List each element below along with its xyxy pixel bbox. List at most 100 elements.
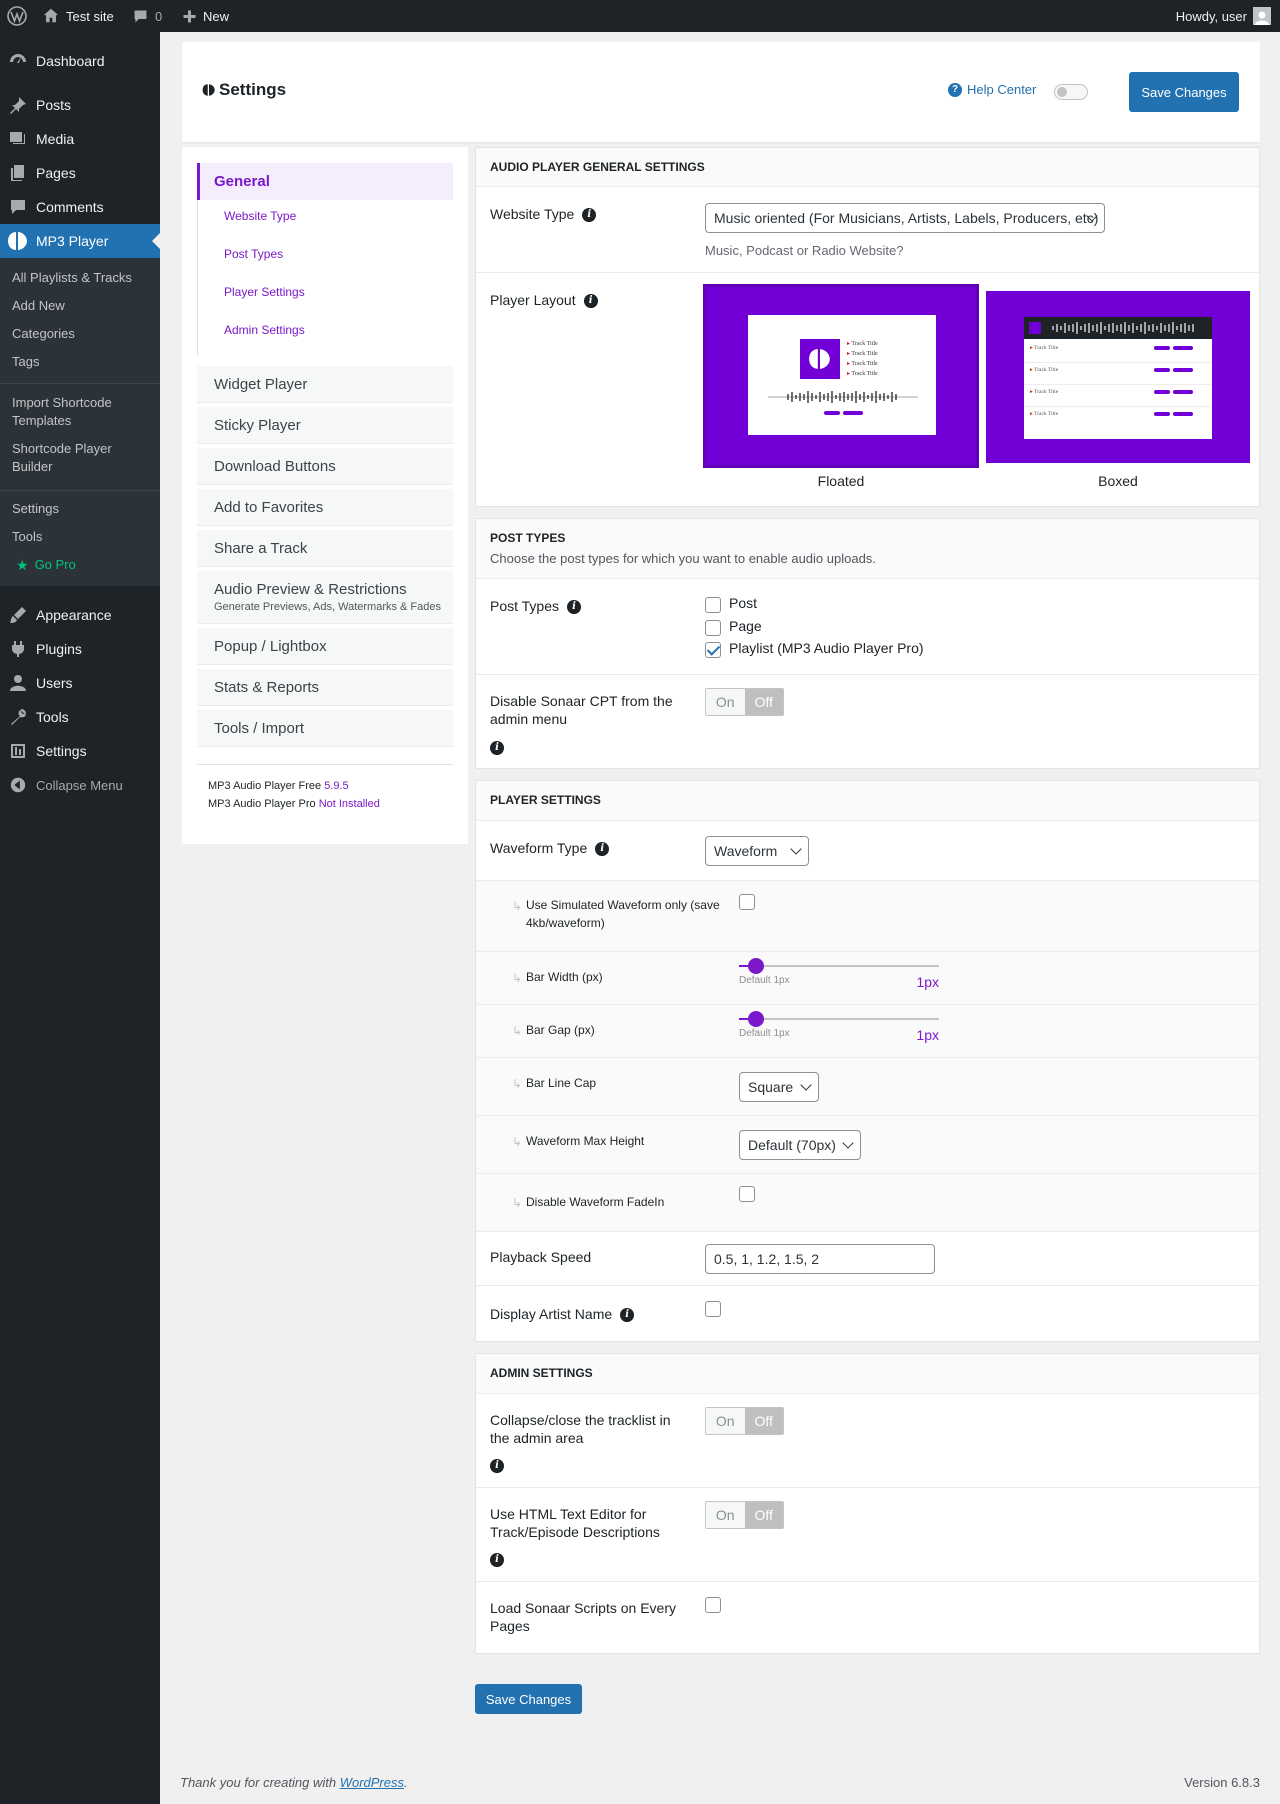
nav-stats-reports[interactable]: Stats & Reports — [197, 669, 453, 706]
site-name-link[interactable]: Test site — [42, 0, 114, 32]
nav-popup-lightbox[interactable]: Popup / Lightbox — [197, 628, 453, 665]
save-changes-button[interactable]: Save Changes — [1129, 72, 1239, 112]
submenu-separator — [0, 490, 160, 491]
bar-line-cap-select[interactable]: Square — [739, 1072, 819, 1102]
nav-audio-preview[interactable]: Audio Preview & Restrictions Generate Pr… — [197, 571, 453, 624]
play-icon: ▸ — [1030, 389, 1033, 395]
disable-fadein-checkbox[interactable] — [739, 1186, 755, 1202]
info-icon[interactable]: i — [490, 1553, 504, 1567]
layout-boxed-option[interactable]: ▸ Track Title ▸ Track Title ▸ Track Titl… — [986, 291, 1250, 463]
preview-logo — [1029, 322, 1041, 334]
plus-icon — [183, 10, 196, 22]
submenu-add-new[interactable]: Add New — [12, 297, 152, 315]
menu-dashboard[interactable]: Dashboard — [0, 44, 160, 78]
nav-tools-import[interactable]: Tools / Import — [197, 710, 453, 747]
sub-arrow-icon: ↳ — [512, 1024, 523, 1038]
load-scripts-checkbox[interactable] — [705, 1597, 721, 1613]
preview-track: ▸ Track Title — [847, 339, 878, 349]
simulated-waveform-row: ↳ Use Simulated Waveform only (save 4kb/… — [476, 881, 1259, 952]
submenu-import-shortcode[interactable]: Import Shortcode Templates — [12, 394, 152, 430]
nav-download-buttons[interactable]: Download Buttons — [197, 448, 453, 485]
info-icon[interactable]: i — [620, 1308, 635, 1323]
nav-sticky-player[interactable]: Sticky Player — [197, 407, 453, 444]
site-name: Test site — [66, 8, 114, 24]
submenu-tags[interactable]: Tags — [12, 353, 152, 371]
display-artist-checkbox[interactable] — [705, 1301, 721, 1317]
menu-tools[interactable]: Tools — [0, 700, 160, 734]
menu-appearance-label: Appearance — [36, 607, 112, 623]
nav-sub-post-types[interactable]: Post Types — [224, 247, 283, 261]
menu-comments[interactable]: Comments — [0, 190, 160, 224]
nav-sub-admin-settings[interactable]: Admin Settings — [224, 323, 305, 337]
media-icon — [0, 129, 36, 149]
nav-sub-website-type[interactable]: Website Type — [224, 209, 296, 223]
preview-button — [1173, 346, 1193, 350]
dark-mode-toggle[interactable] — [1054, 84, 1088, 100]
info-icon[interactable]: i — [583, 294, 598, 309]
bar-width-slider[interactable] — [739, 958, 939, 974]
paintbrush-icon — [0, 605, 36, 625]
website-type-select[interactable]: Music oriented (For Musicians, Artists, … — [705, 203, 1105, 233]
menu-posts[interactable]: Posts — [0, 88, 160, 122]
preview-button — [1173, 412, 1193, 416]
simulated-waveform-label: Use Simulated Waveform only (save 4kb/wa… — [526, 898, 720, 930]
play-icon: ▸ — [847, 351, 851, 357]
menu-pages[interactable]: Pages — [0, 156, 160, 190]
select-value: Waveform — [714, 843, 778, 859]
select-value: Default (70px) — [748, 1137, 836, 1153]
simulated-waveform-checkbox[interactable] — [739, 894, 755, 910]
menu-mp3-player[interactable]: MP3 Player — [0, 224, 160, 258]
player-layout-label: Player Layout i — [490, 291, 598, 309]
html-editor-toggle[interactable]: On Off — [705, 1501, 784, 1529]
menu-settings[interactable]: Settings — [0, 734, 160, 768]
display-artist-row: Display Artist Name i — [476, 1286, 1259, 1343]
nav-widget-player[interactable]: Widget Player — [197, 366, 453, 403]
layout-floated-option[interactable]: ▸ Track Title ▸ Track Title ▸ Track Titl… — [703, 284, 979, 468]
nav-sub-player-settings[interactable]: Player Settings — [224, 285, 305, 299]
collapse-tracklist-toggle[interactable]: On Off — [705, 1407, 784, 1435]
submenu-categories[interactable]: Categories — [12, 325, 152, 343]
submenu-tools[interactable]: Tools — [12, 528, 152, 546]
comments-link[interactable]: 0 — [132, 0, 162, 32]
menu-appearance[interactable]: Appearance — [0, 598, 160, 632]
load-scripts-label: Load Sonaar Scripts on Every Pages — [490, 1600, 676, 1634]
load-scripts-row: Load Sonaar Scripts on Every Pages — [476, 1582, 1259, 1655]
preview-track: ▸ Track Title — [847, 369, 878, 379]
bar-gap-slider[interactable] — [739, 1011, 939, 1027]
info-icon[interactable]: i — [490, 741, 504, 755]
post-type-page-checkbox[interactable] — [705, 620, 721, 636]
nav-share-a-track[interactable]: Share a Track — [197, 530, 453, 567]
nav-add-to-favorites[interactable]: Add to Favorites — [197, 489, 453, 526]
info-icon[interactable]: i — [567, 600, 582, 615]
menu-users[interactable]: Users — [0, 666, 160, 700]
post-type-playlist-checkbox[interactable] — [705, 642, 721, 658]
wrench-icon — [0, 707, 36, 727]
disable-cpt-toggle[interactable]: On Off — [705, 688, 784, 716]
nav-general[interactable]: General — [197, 163, 453, 200]
post-type-page-label: Page — [729, 618, 762, 634]
playback-speed-input[interactable]: 0.5, 1, 1.2, 1.5, 2 — [705, 1244, 935, 1274]
menu-plugins[interactable]: Plugins — [0, 632, 160, 666]
new-content-link[interactable]: New — [182, 0, 229, 32]
submenu-settings[interactable]: Settings — [12, 500, 152, 518]
post-type-post-checkbox[interactable] — [705, 597, 721, 613]
submenu-all-playlists[interactable]: All Playlists & Tracks — [12, 269, 152, 287]
preview-buttons — [824, 411, 863, 415]
info-icon[interactable]: i — [490, 1459, 504, 1473]
submenu-shortcode-builder[interactable]: Shortcode Player Builder — [12, 440, 152, 476]
save-changes-bottom-button[interactable]: Save Changes — [475, 1684, 582, 1714]
help-center-link[interactable]: ? Help Center — [948, 82, 1036, 97]
pages-icon — [0, 163, 36, 183]
pro-plugin-status[interactable]: Not Installed — [319, 798, 380, 810]
waveform-type-select[interactable]: Waveform — [705, 836, 809, 866]
waveform-max-height-select[interactable]: Default (70px) — [739, 1130, 861, 1160]
submenu-go-pro[interactable]: ★ Go Pro — [12, 556, 152, 574]
menu-media[interactable]: Media — [0, 122, 160, 156]
collapse-menu-button[interactable]: Collapse Menu — [0, 768, 160, 802]
info-icon[interactable]: i — [595, 842, 610, 857]
wordpress-link[interactable]: WordPress — [340, 1775, 404, 1790]
my-account-link[interactable]: Howdy, user — [1176, 0, 1271, 32]
wordpress-logo-icon[interactable] — [7, 0, 27, 32]
info-icon[interactable]: i — [582, 208, 597, 223]
waveform-type-label: Waveform Type i — [490, 839, 610, 857]
